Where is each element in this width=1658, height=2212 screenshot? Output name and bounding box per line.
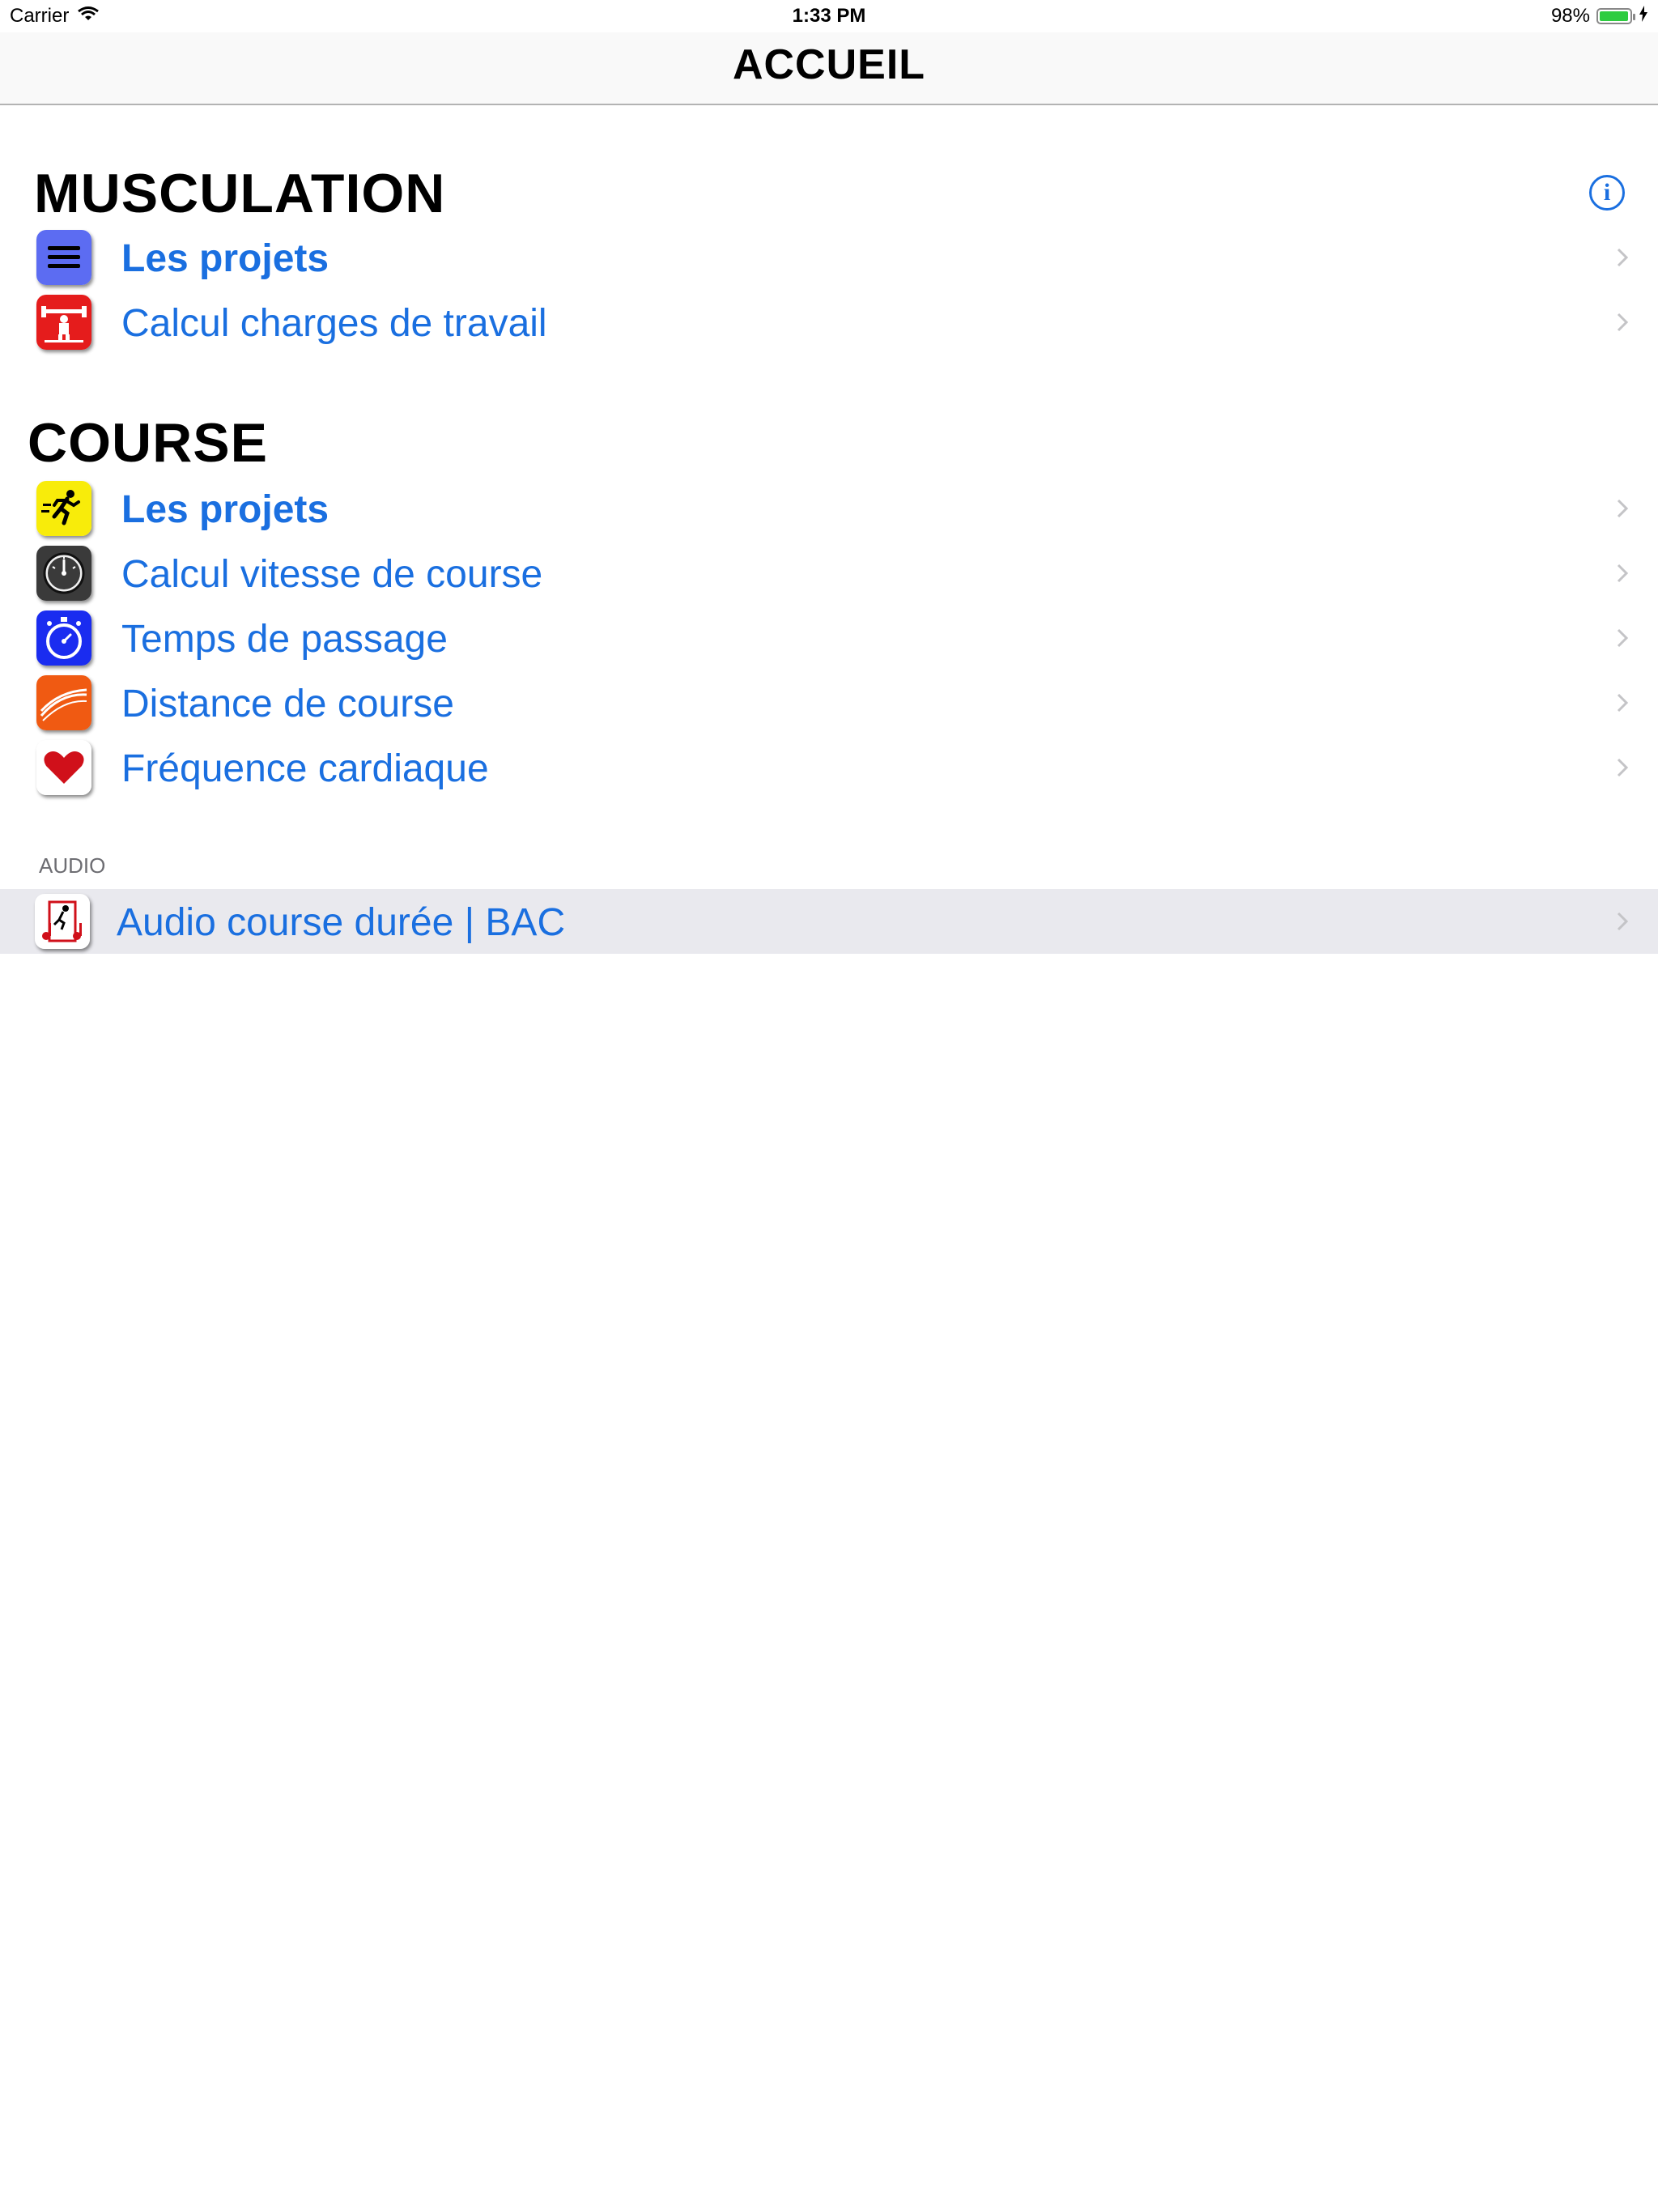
row-label: Audio course durée | BAC [117, 901, 566, 944]
chevron-right-icon [1609, 496, 1635, 521]
charging-icon [1639, 5, 1648, 28]
page-title: ACCUEIL [732, 41, 926, 88]
chevron-right-icon [1609, 560, 1635, 586]
row-distance-course[interactable]: Distance de course [0, 670, 1658, 735]
row-label: Calcul charges de travail [121, 302, 547, 345]
row-calcul-charges[interactable]: Calcul charges de travail [0, 290, 1658, 355]
stopwatch-icon [36, 610, 91, 666]
status-time: 1:33 PM [792, 5, 866, 27]
runner-icon [36, 481, 91, 536]
speedometer-icon [36, 546, 91, 601]
row-label: Fréquence cardiaque [121, 747, 489, 790]
chevron-right-icon [1609, 245, 1635, 270]
track-icon [36, 675, 91, 730]
list-icon [36, 230, 91, 285]
weightlifter-icon [36, 295, 91, 350]
section-header-course: COURSE [28, 412, 268, 474]
row-label: Les projets [121, 237, 329, 280]
row-label: Distance de course [121, 683, 454, 725]
status-bar: Carrier 1:33 PM 98% [0, 0, 1658, 32]
row-label: Les projets [121, 488, 329, 531]
navigation-bar: ACCUEIL [0, 32, 1658, 105]
row-audio-course[interactable]: Audio course durée | BAC [0, 889, 1658, 954]
section-header-audio: AUDIO [39, 853, 106, 878]
battery-fill [1600, 11, 1628, 21]
chevron-right-icon [1609, 309, 1635, 335]
heart-icon [36, 740, 91, 795]
row-label: Calcul vitesse de course [121, 553, 543, 596]
chevron-right-icon [1609, 690, 1635, 716]
info-button[interactable]: i [1589, 175, 1625, 211]
chevron-right-icon [1609, 625, 1635, 651]
row-course-projets[interactable]: Les projets [0, 476, 1658, 541]
row-temps-passage[interactable]: Temps de passage [0, 606, 1658, 670]
section-header-musculation: MUSCULATION [34, 163, 446, 224]
chevron-right-icon [1609, 755, 1635, 781]
row-frequence-cardiaque[interactable]: Fréquence cardiaque [0, 735, 1658, 800]
row-musculation-projets[interactable]: Les projets [0, 225, 1658, 290]
music-runner-icon [35, 894, 90, 949]
battery-indicator: 98% [1551, 5, 1648, 28]
battery-icon [1596, 8, 1635, 24]
battery-percent: 98% [1550, 5, 1590, 27]
chevron-right-icon [1609, 908, 1635, 934]
row-label: Temps de passage [121, 618, 448, 661]
row-calcul-vitesse[interactable]: Calcul vitesse de course [0, 541, 1658, 606]
